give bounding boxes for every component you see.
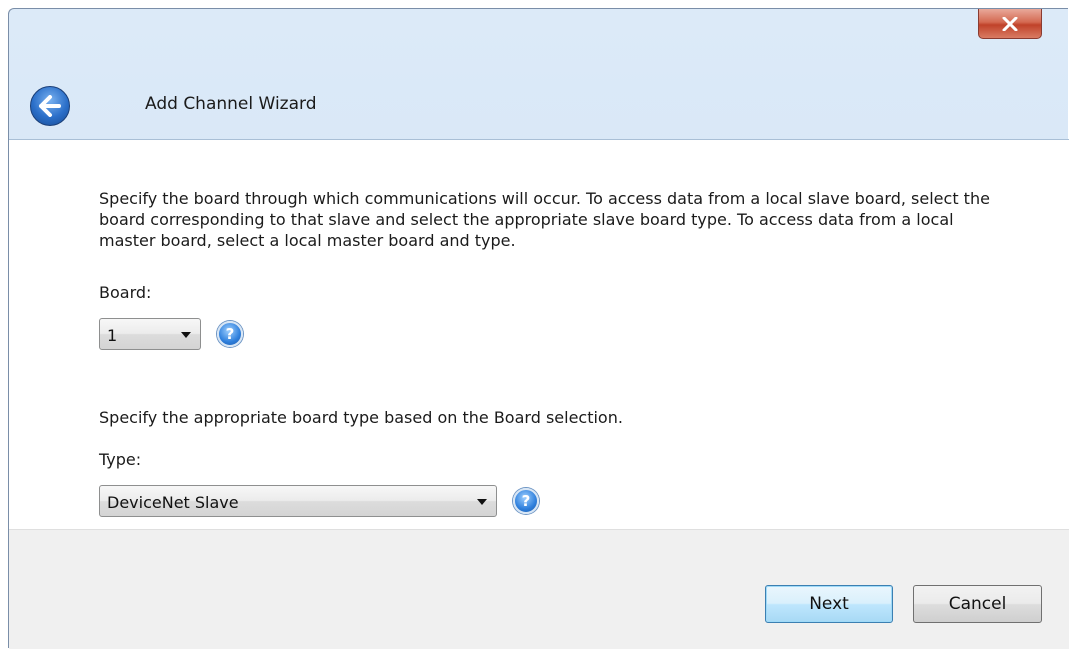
close-icon — [1002, 16, 1018, 31]
chevron-down-icon — [477, 499, 487, 505]
cancel-button[interactable]: Cancel — [913, 585, 1042, 623]
wizard-footer: Next Cancel — [9, 529, 1069, 649]
chevron-down-icon — [181, 332, 191, 338]
next-button[interactable]: Next — [765, 585, 893, 623]
back-button[interactable] — [30, 86, 70, 126]
board-label: Board: — [99, 283, 152, 302]
board-description: Specify the board through which communic… — [99, 189, 990, 250]
type-select-value: DeviceNet Slave — [107, 493, 239, 512]
type-description: Specify the appropriate board type based… — [99, 408, 623, 427]
board-select[interactable]: 1 — [99, 318, 201, 350]
back-arrow-icon — [39, 95, 61, 117]
wizard-window: Add Channel Wizard Specify the board thr… — [8, 8, 1069, 649]
type-help-icon[interactable]: ? — [513, 488, 539, 514]
wizard-title: Add Channel Wizard — [145, 94, 317, 114]
board-select-value: 1 — [107, 326, 118, 345]
type-label: Type: — [99, 450, 142, 469]
board-help-icon[interactable]: ? — [217, 321, 243, 347]
wizard-content: Specify the board through which communic… — [9, 139, 1069, 529]
close-button[interactable] — [978, 9, 1042, 39]
type-select[interactable]: DeviceNet Slave — [99, 485, 497, 517]
